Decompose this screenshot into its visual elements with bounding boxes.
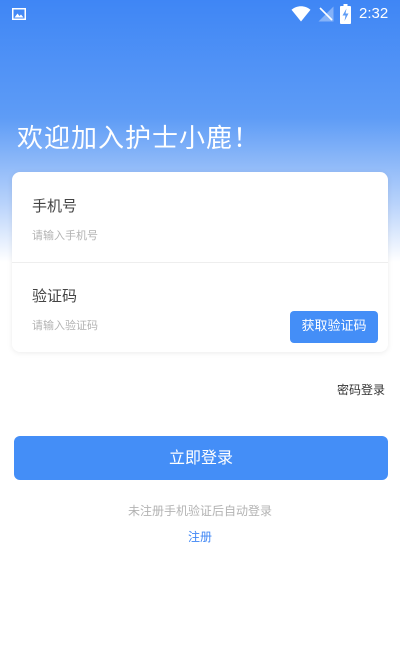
status-bar: 2:32 [0, 0, 400, 30]
status-time: 2:32 [359, 5, 389, 22]
register-link[interactable]: 注册 [0, 529, 400, 545]
phone-field: 手机号 [12, 172, 388, 263]
cellular-signal-icon [318, 6, 334, 22]
password-login-link[interactable]: 密码登录 [337, 381, 385, 399]
wifi-icon [291, 6, 311, 22]
login-form-card: 手机号 验证码 获取验证码 [12, 172, 388, 352]
login-button[interactable]: 立即登录 [14, 436, 388, 480]
verification-code-label: 验证码 [32, 287, 78, 305]
phone-input[interactable] [32, 224, 282, 246]
battery-charging-icon [340, 4, 351, 24]
page-title: 欢迎加入护士小鹿！ [17, 124, 261, 154]
image-icon [12, 8, 26, 20]
verification-code-field: 验证码 获取验证码 [12, 262, 388, 352]
get-verification-code-button[interactable]: 获取验证码 [290, 311, 378, 343]
auto-register-hint: 未注册手机验证后自动登录 [127, 504, 272, 518]
phone-label: 手机号 [32, 197, 78, 215]
verification-code-input[interactable] [32, 314, 282, 336]
